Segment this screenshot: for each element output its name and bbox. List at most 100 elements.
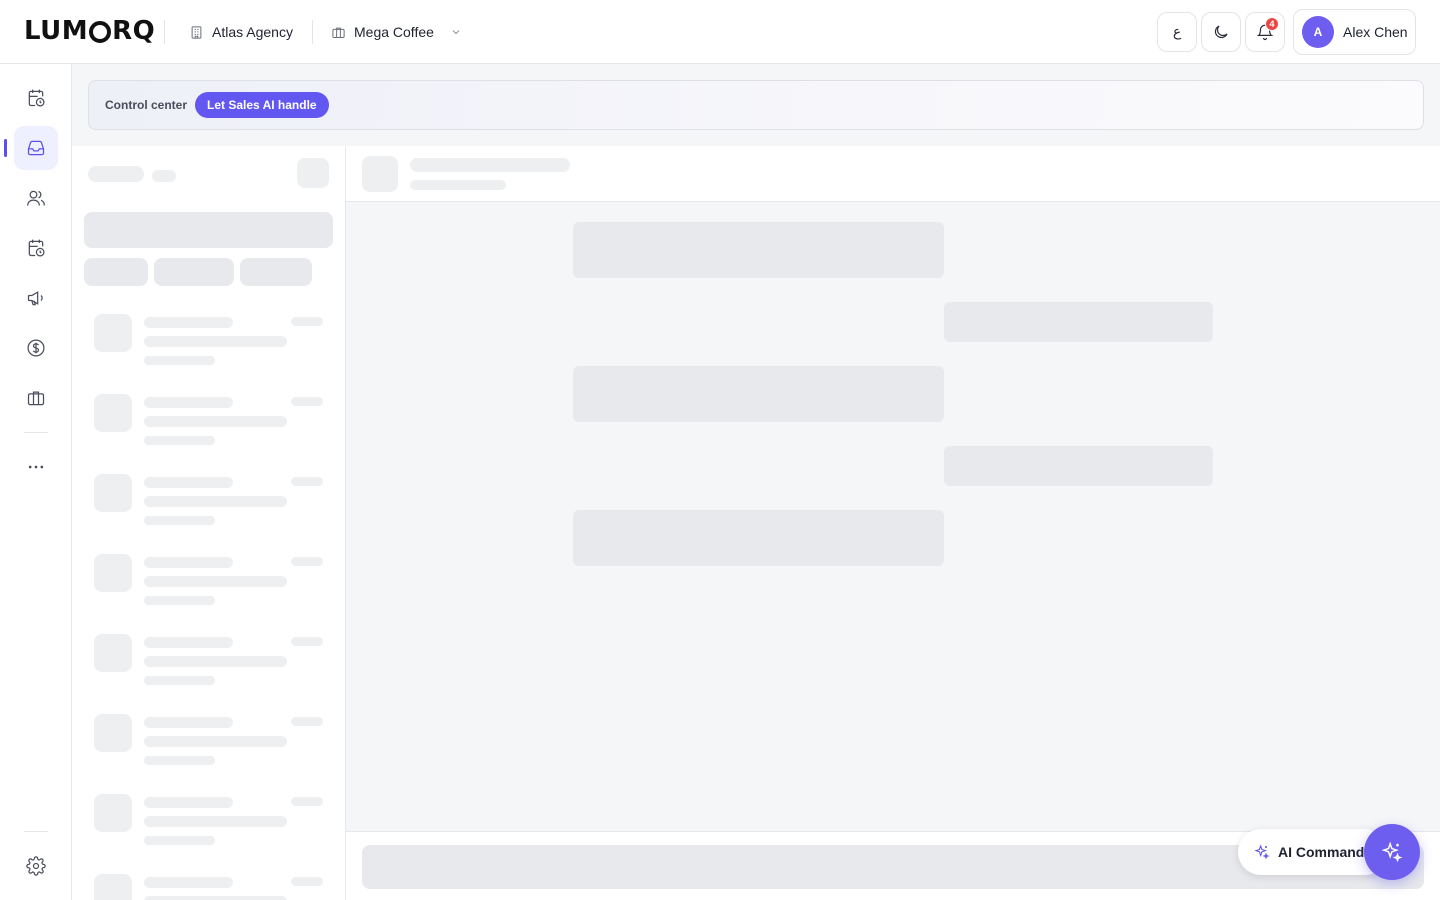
skeleton-avatar [362,156,398,192]
skeleton-contact-name [410,158,570,172]
skeleton-item-meta [144,516,215,525]
skeleton-item-time [291,877,323,886]
skeleton-item-avatar [94,794,132,832]
sidebar-divider [24,831,48,832]
header-divider [312,20,313,44]
user-menu-button[interactable]: A Alex Chen [1293,9,1416,55]
dollar-icon [27,339,45,357]
theme-toggle-button[interactable] [1201,12,1241,52]
skeleton-item-avatar [94,394,132,432]
notifications-button[interactable]: 4 [1245,12,1285,52]
skeleton-item-time [291,637,323,646]
building-icon [191,25,202,39]
skeleton-count [152,170,176,182]
moon-icon [1214,25,1228,39]
header-divider [164,20,165,44]
skeleton-item-meta [144,356,215,365]
megaphone-icon [27,291,43,306]
sidebar-item-calendar[interactable] [14,76,58,120]
skeleton-message-outgoing [944,446,1213,486]
skeleton-action [297,158,329,188]
sidebar-item-more[interactable] [14,445,58,489]
skeleton-item-avatar [94,874,132,900]
sidebar [0,64,72,900]
skeleton-item-time [291,477,323,486]
sidebar-divider [24,432,48,433]
chat-messages [346,202,1440,832]
skeleton-item-avatar [94,554,132,592]
skeleton-item-time [291,797,323,806]
skeleton-message-incoming [573,222,944,278]
calendar-clock-icon [28,89,45,107]
workspace-name: Mega Coffee [354,24,434,40]
sparkles-icon [1254,844,1270,860]
skeleton-item-preview [144,336,287,347]
skeleton-item-name [144,397,233,408]
logo[interactable]: LUM RQ [24,16,155,46]
top-header: LUM RQ Atlas Agency Mega Coffee ع 4 A Ale… [0,0,1440,64]
skeleton-filter [154,258,234,286]
skeleton-item-avatar [94,474,132,512]
sidebar-item-campaigns[interactable] [14,276,58,320]
skeleton-item-preview [144,656,287,667]
sparkles-icon [1381,841,1403,863]
control-center-banner: Control center Let Sales AI handle [88,80,1424,130]
skeleton-item-time [291,557,323,566]
user-name: Alex Chen [1343,24,1408,40]
skeleton-message-incoming [573,366,944,422]
briefcase-icon [332,27,345,38]
users-icon [27,190,45,206]
agency-selector[interactable]: Atlas Agency [189,20,293,44]
language-toggle-button[interactable]: ع [1157,12,1197,52]
skeleton-item-time [291,397,323,406]
skeleton-item-preview [144,416,287,427]
skeleton-item-preview [144,816,287,827]
skeleton-item-meta [144,596,215,605]
skeleton-filter [84,258,148,286]
briefcase-icon [27,391,45,406]
workspace-selector[interactable]: Mega Coffee [331,20,462,44]
skeleton-item-avatar [94,634,132,672]
sidebar-item-schedule[interactable] [14,226,58,270]
sidebar-item-inbox[interactable] [14,126,58,170]
language-label: ع [1172,24,1182,40]
skeleton-item-preview [144,736,287,747]
skeleton-search [84,212,333,248]
chat-header [346,146,1440,202]
skeleton-item-preview [144,896,287,900]
skeleton-item-name [144,557,233,568]
notification-count-badge: 4 [1265,17,1279,31]
ai-command-label: AI Command [1278,844,1365,860]
inbox-icon [27,140,45,156]
skeleton-item-name [144,477,233,488]
skeleton-item-name [144,797,233,808]
skeleton-item-time [291,317,323,326]
agency-name: Atlas Agency [212,24,293,40]
skeleton-item-avatar [94,714,132,752]
skeleton-item-meta [144,676,215,685]
skeleton-item-name [144,637,233,648]
sidebar-item-sales[interactable] [14,326,58,370]
let-sales-ai-handle-button[interactable]: Let Sales AI handle [195,92,329,118]
skeleton-item-name [144,317,233,328]
sidebar-item-business[interactable] [14,376,58,420]
skeleton-item-name [144,717,233,728]
sidebar-item-contacts[interactable] [14,176,58,220]
calendar-clock-icon [28,239,45,257]
chevron-down-icon [452,30,460,35]
gear-icon [26,856,46,876]
sidebar-item-settings[interactable] [14,844,58,888]
skeleton-item-preview [144,576,287,587]
more-icon [28,465,44,469]
avatar: A [1302,16,1334,48]
skeleton-item-time [291,717,323,726]
skeleton-message-outgoing [944,302,1213,342]
logo-ring-icon [89,21,112,43]
ai-assistant-fab[interactable] [1364,824,1420,880]
skeleton-message-incoming [573,510,944,566]
skeleton-filter [240,258,312,286]
skeleton-item-name [144,877,233,888]
skeleton-item-meta [144,756,215,765]
skeleton-item-preview [144,496,287,507]
skeleton-item-avatar [94,314,132,352]
